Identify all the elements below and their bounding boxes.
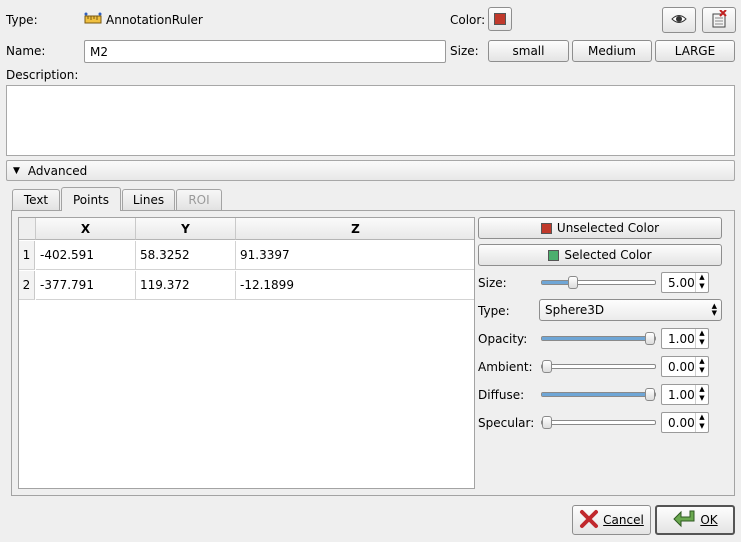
diffuse-slider[interactable]: [541, 388, 656, 401]
spin-down-icon[interactable]: ▼: [696, 282, 708, 291]
point-size-slider[interactable]: [541, 276, 656, 289]
size-small-button[interactable]: small: [488, 40, 569, 62]
tab-roi: ROI: [176, 189, 222, 210]
ambient-spinbox[interactable]: 0.00 ▲ ▼: [661, 356, 709, 377]
diffuse-value: 1.00: [668, 388, 695, 402]
tab-lines[interactable]: Lines: [122, 189, 175, 210]
visibility-toggle-button[interactable]: [662, 7, 696, 33]
spin-down-icon[interactable]: ▼: [696, 422, 708, 431]
ok-label: OK: [700, 513, 718, 527]
type-value: AnnotationRuler: [106, 13, 203, 27]
eye-icon: [671, 13, 687, 28]
cancel-label: Cancel: [603, 513, 644, 527]
collapse-triangle-icon: ▼: [13, 165, 20, 176]
unselected-color-swatch: [540, 222, 552, 234]
color-swatch: [494, 13, 506, 25]
cancel-button[interactable]: Cancel: [572, 505, 651, 535]
spin-up-icon[interactable]: ▲: [696, 357, 708, 366]
tab-text[interactable]: Text: [12, 189, 60, 210]
ambient-value: 0.00: [668, 360, 695, 374]
slider-handle[interactable]: [568, 276, 578, 289]
ruler-icon: [84, 12, 102, 26]
row-header[interactable]: 1: [19, 241, 35, 270]
selected-color-button[interactable]: Selected Color: [478, 244, 722, 266]
cancel-x-icon: [579, 509, 599, 532]
slider-fill: [542, 337, 650, 340]
opacity-slider[interactable]: [541, 332, 656, 345]
unselected-color-label: Unselected Color: [556, 221, 660, 235]
description-textarea[interactable]: [6, 85, 735, 156]
point-type-select[interactable]: Sphere3D ▲ ▼: [539, 299, 722, 321]
size-large-button[interactable]: LARGE: [655, 40, 735, 62]
specular-spinbox[interactable]: 0.00 ▲ ▼: [661, 412, 709, 433]
point-type-label: Type:: [478, 304, 510, 318]
size-medium-button[interactable]: Medium: [572, 40, 652, 62]
spin-up-icon[interactable]: ▲: [696, 413, 708, 422]
name-label: Name:: [6, 44, 46, 58]
type-label: Type:: [6, 13, 38, 27]
table-cell-x[interactable]: -377.791: [36, 271, 136, 300]
point-size-label: Size:: [478, 276, 507, 290]
table-corner: [19, 218, 36, 240]
lock-icon: [711, 8, 727, 31]
column-header-z[interactable]: Z: [236, 218, 474, 240]
point-type-value: Sphere3D: [545, 303, 605, 317]
slider-handle[interactable]: [542, 360, 552, 373]
table-cell-y[interactable]: 58.3252: [136, 241, 236, 270]
ambient-label: Ambient:: [478, 360, 533, 374]
selected-color-swatch: [548, 249, 560, 261]
unselected-color-button[interactable]: Unselected Color: [478, 217, 722, 239]
specular-slider[interactable]: [541, 416, 656, 429]
color-picker-button[interactable]: [488, 7, 512, 31]
ambient-slider[interactable]: [541, 360, 656, 373]
tab-points[interactable]: Points: [61, 187, 121, 211]
select-arrows-icon: ▲ ▼: [711, 302, 717, 317]
spin-up-icon[interactable]: ▲: [696, 385, 708, 394]
column-header-x[interactable]: X: [36, 218, 136, 240]
spin-down-icon[interactable]: ▼: [696, 338, 708, 347]
advanced-label: Advanced: [27, 163, 88, 178]
slider-fill: [542, 393, 650, 396]
specular-label: Specular:: [478, 416, 535, 430]
table-cell-z[interactable]: -12.1899: [236, 271, 474, 300]
slider-handle[interactable]: [645, 332, 655, 345]
advanced-section-header[interactable]: ▼ Advanced: [6, 160, 735, 181]
spin-up-icon[interactable]: ▲: [696, 329, 708, 338]
name-input-value: M2: [90, 44, 108, 59]
column-header-y[interactable]: Y: [136, 218, 236, 240]
description-label: Description:: [6, 68, 79, 82]
diffuse-spinbox[interactable]: 1.00 ▲ ▼: [661, 384, 709, 405]
specular-value: 0.00: [668, 416, 695, 430]
table-cell-z[interactable]: 91.3397: [236, 241, 474, 270]
points-table[interactable]: X Y Z 1 -402.591 58.3252 91.3397 2 -377.…: [18, 217, 475, 489]
spin-down-icon[interactable]: ▼: [696, 394, 708, 403]
slider-handle[interactable]: [645, 388, 655, 401]
point-size-spinbox[interactable]: 5.00 ▲ ▼: [661, 272, 709, 293]
point-size-value: 5.00: [668, 276, 695, 290]
spin-up-icon[interactable]: ▲: [696, 273, 708, 282]
slider-handle[interactable]: [542, 416, 552, 429]
name-input[interactable]: M2: [84, 40, 446, 63]
ok-arrow-icon: [672, 509, 696, 532]
table-cell-x[interactable]: -402.591: [36, 241, 136, 270]
selected-color-label: Selected Color: [564, 248, 652, 262]
lock-toggle-button[interactable]: [702, 7, 736, 33]
opacity-value: 1.00: [668, 332, 695, 346]
size-label: Size:: [450, 44, 479, 58]
table-cell-y[interactable]: 119.372: [136, 271, 236, 300]
color-label: Color:: [450, 13, 486, 27]
ok-button[interactable]: OK: [655, 505, 735, 535]
spin-down-icon[interactable]: ▼: [696, 366, 708, 375]
opacity-label: Opacity:: [478, 332, 528, 346]
diffuse-label: Diffuse:: [478, 388, 525, 402]
row-header[interactable]: 2: [19, 271, 35, 300]
opacity-spinbox[interactable]: 1.00 ▲ ▼: [661, 328, 709, 349]
